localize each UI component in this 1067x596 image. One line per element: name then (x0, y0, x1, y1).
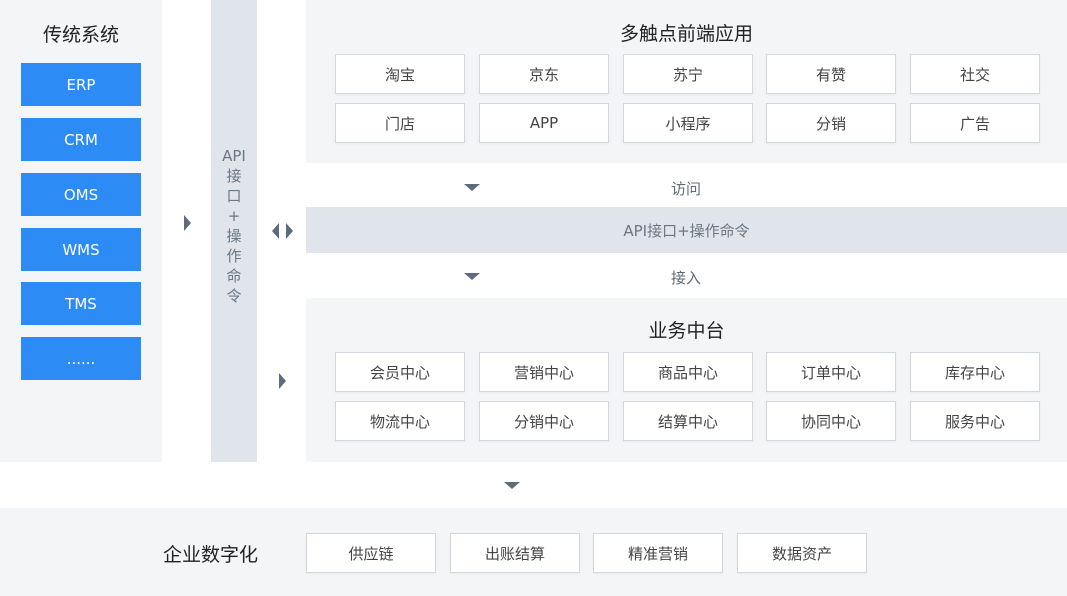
api-char: 命 (226, 267, 242, 285)
business-item: 分销中心 (479, 401, 609, 441)
frontend-title: 多触点前端应用 (619, 23, 753, 45)
access-label: 访问 (671, 180, 702, 198)
frontend-item: 广告 (910, 103, 1040, 143)
frontend-item: 小程序 (623, 103, 753, 143)
frontend-item: 分销 (766, 103, 896, 143)
api-char: 令 (226, 287, 242, 305)
frontend-item: 京东 (479, 54, 609, 94)
legacy-item-crm: CRM (21, 118, 141, 161)
api-char: API (222, 147, 246, 165)
enterprise-item: 精准营销 (593, 533, 723, 573)
business-item: 会员中心 (335, 352, 465, 392)
business-item: 订单中心 (766, 352, 896, 392)
arrow-right-icon (184, 215, 191, 231)
business-title: 业务中台 (648, 320, 725, 342)
frontend-item: 门店 (335, 103, 465, 143)
business-item: 结算中心 (623, 401, 753, 441)
business-item: 服务中心 (910, 401, 1040, 441)
api-char: 口 (226, 187, 242, 205)
enterprise-item: 出账结算 (450, 533, 580, 573)
frontend-item: 有赞 (766, 54, 896, 94)
business-item: 物流中心 (335, 401, 465, 441)
api-column: API 接 口 + 操 作 命 令 (211, 0, 257, 462)
api-char: 作 (226, 247, 242, 265)
legacy-item-oms: OMS (21, 173, 141, 216)
connect-label: 接入 (671, 269, 702, 287)
arrow-right-icon (279, 373, 286, 389)
arrow-down-icon (464, 184, 480, 191)
frontend-item: APP (479, 103, 609, 143)
legacy-item-tms: TMS (21, 282, 141, 325)
frontend-item: 苏宁 (623, 54, 753, 94)
enterprise-item: 供应链 (306, 533, 436, 573)
arrow-down-icon (504, 482, 520, 489)
arrow-left-icon (272, 223, 279, 239)
api-char: + (227, 207, 241, 225)
legacy-item-wms: WMS (21, 228, 141, 271)
api-char: 操 (226, 227, 242, 245)
frontend-item: 社交 (910, 54, 1040, 94)
business-panel: 业务中台 会员中心 营销中心 商品中心 订单中心 库存中心 物流中心 分销中心 … (306, 298, 1067, 462)
legacy-item-erp: ERP (21, 63, 141, 106)
business-item: 商品中心 (623, 352, 753, 392)
business-item: 协同中心 (766, 401, 896, 441)
arrow-down-icon (464, 273, 480, 280)
arrow-right-icon (286, 223, 293, 239)
frontend-panel: 多触点前端应用 淘宝 京东 苏宁 有赞 社交 门店 APP 小程序 分销 广告 (306, 0, 1067, 163)
api-char: 接 (226, 167, 242, 185)
api-column-label: API 接 口 + 操 作 命 令 (211, 146, 257, 306)
api-command-bar: API接口+操作命令 (306, 207, 1067, 253)
legacy-systems-title: 传统系统 (42, 24, 119, 46)
legacy-item-more: ...... (21, 337, 141, 380)
frontend-item: 淘宝 (335, 54, 465, 94)
enterprise-title: 企业数字化 (163, 544, 259, 566)
business-item: 库存中心 (910, 352, 1040, 392)
business-item: 营销中心 (479, 352, 609, 392)
enterprise-item: 数据资产 (737, 533, 867, 573)
